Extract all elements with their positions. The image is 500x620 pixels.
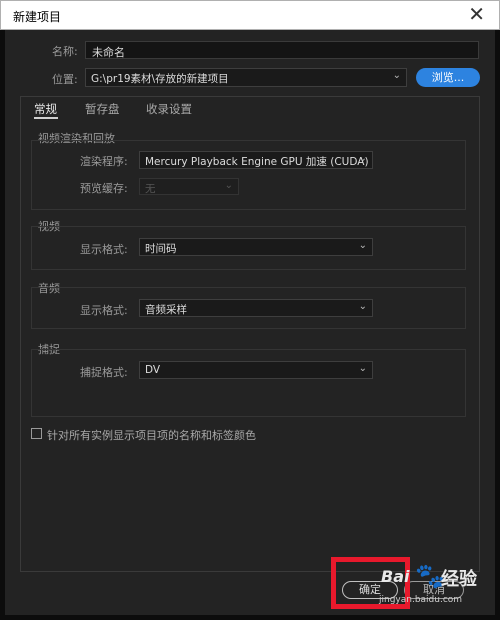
renderer-value: Mercury Playback Engine GPU 加速 (CUDA) <box>145 156 369 168</box>
show-item-names-label: 针对所有实例显示项目项的名称和标签颜色 <box>47 429 256 442</box>
chevron-down-icon: ⌄ <box>358 153 367 164</box>
audio-display-format-select[interactable]: 音频采样 ⌄ <box>139 299 373 317</box>
title-bar: 新建项目 ✕ <box>0 0 500 30</box>
chevron-down-icon: ⌄ <box>358 301 367 312</box>
name-label: 名称: <box>52 45 78 58</box>
window-title: 新建项目 <box>13 10 62 24</box>
active-tab-indicator <box>34 117 58 119</box>
watermark-text: 经验 <box>441 569 477 590</box>
capture-format-select[interactable]: DV ⌄ <box>139 361 373 379</box>
location-label: 位置: <box>52 73 78 86</box>
tab-scratch-disks[interactable]: 暂存盘 <box>85 101 120 117</box>
location-select[interactable]: G:\pr19素材\存放的新建项目 ⌄ <box>85 68 407 87</box>
location-value: G:\pr19素材\存放的新建项目 <box>91 73 229 85</box>
capture-format-value: DV <box>145 364 161 376</box>
capture-format-label: 捕捉格式: <box>80 366 128 379</box>
chevron-down-icon: ⌄ <box>224 180 233 191</box>
show-item-names-checkbox[interactable] <box>31 428 42 439</box>
preview-cache-label: 预览缓存: <box>80 182 128 195</box>
browse-button[interactable]: 浏览... <box>416 68 480 87</box>
chevron-down-icon: ⌄ <box>392 70 401 81</box>
audio-display-format-label: 显示格式: <box>80 304 128 317</box>
tab-ingest-settings[interactable]: 收录设置 <box>146 101 192 117</box>
watermark-brand: Bai <box>381 567 410 586</box>
capture-section <box>31 349 466 417</box>
preview-cache-value: 无 <box>145 183 156 195</box>
tab-general[interactable]: 常规 <box>34 101 57 117</box>
watermark-url: jingyan.baidu.com <box>379 595 463 605</box>
chevron-down-icon: ⌄ <box>358 240 367 251</box>
name-input[interactable]: 未命名 <box>85 41 479 59</box>
close-icon[interactable]: ✕ <box>468 3 485 25</box>
video-display-format-label: 显示格式: <box>80 243 128 256</box>
renderer-label: 渲染程序: <box>80 155 128 168</box>
baidu-watermark: Bai 🐾 经验 jingyan.baidu.com <box>375 562 490 610</box>
video-display-format-value: 时间码 <box>145 243 177 255</box>
chevron-down-icon: ⌄ <box>358 363 367 374</box>
preview-cache-select: 无 ⌄ <box>139 178 239 195</box>
video-display-format-select[interactable]: 时间码 ⌄ <box>139 238 373 256</box>
renderer-select[interactable]: Mercury Playback Engine GPU 加速 (CUDA) ⌄ <box>139 151 373 169</box>
audio-display-format-value: 音频采样 <box>145 304 187 316</box>
